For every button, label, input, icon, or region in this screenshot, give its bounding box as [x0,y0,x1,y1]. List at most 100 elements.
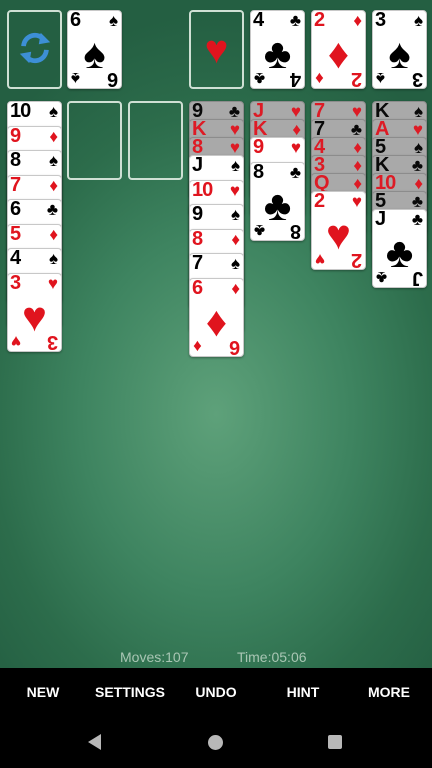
card-rank: 7 [314,101,325,122]
card-suit-icon: ♠ [413,11,423,30]
card-corner-suit-icon: ♣ [254,220,266,240]
card-corner-rank: 3 [47,330,58,352]
new-game-button[interactable]: NEW [24,684,62,702]
game-table: ♥ 6♠♠6♠4♣♣4♣2♦♦2♦3♠♠3♠10♠♠10♠9♦♦9♦8♠♠8♠7… [0,0,432,668]
card-corner-rank: 8 [290,219,301,241]
tableau-card[interactable]: J ♣ ♣ J ♣ [372,209,427,288]
card-corner-rank: 2 [351,68,362,89]
card-suit-icon: ♠ [48,151,58,170]
card-suit-icon: ♣ [46,200,58,219]
card-suit-icon: ♣ [289,162,301,182]
card-rank: 10 [10,101,31,122]
card-rank: A [375,119,389,140]
back-icon[interactable] [88,734,101,750]
card-rank: 6 [70,10,81,31]
card-corner-suit-icon: ♥ [315,250,326,269]
card-rank: 4 [314,137,325,158]
card-suit-icon: ♥ [47,273,58,293]
card-rank: 5 [375,137,386,158]
card-corner-suit-icon: ♠ [71,69,81,88]
tableau-card[interactable]: 8 ♣ ♣ 8 ♣ [250,161,305,241]
settings-button[interactable]: SETTINGS [92,684,168,702]
card-suit-icon: ♥ [351,192,362,211]
card-rank: 8 [10,150,21,171]
recent-apps-icon[interactable] [328,735,342,749]
card-corner-rank: J [412,267,423,288]
card-suit-icon: ♠ [230,156,240,175]
foundation-card-3[interactable]: 2 ♦ ♦ 2 ♦ [311,10,366,89]
foundation-card-2[interactable]: 4 ♣ ♣ 4 ♣ [250,10,305,89]
card-rank: 4 [253,10,264,31]
moves-counter: Moves:107 [120,649,189,665]
card-rank: K [375,155,389,176]
card-rank: K [192,119,206,140]
foundation-slot-1[interactable]: ♥ [189,10,244,89]
tableau-card[interactable]: 2 ♥ ♥ 2 ♥ [311,191,366,270]
waste-card[interactable]: 6 ♠ ♠ 6 ♠ [67,10,122,89]
card-rank: 7 [192,253,203,274]
undo-button[interactable]: UNDO [193,684,239,702]
card-rank: 3 [314,155,325,176]
time-counter: Time:05:06 [237,649,307,665]
card-rank: 3 [375,10,386,31]
card-suit-icon: ♦ [49,224,58,244]
card-corner-rank: 2 [351,249,362,270]
card-corner-rank: 3 [412,68,423,89]
card-suit-icon: ♦ [49,126,58,146]
tableau-card[interactable]: 6 ♦ ♦ 6 ♦ [189,277,244,357]
more-button[interactable]: MORE [366,684,412,702]
card-rank: 8 [192,228,203,250]
card-rank: 9 [192,204,203,225]
card-rank: 2 [314,191,325,212]
recycle-icon [19,32,51,64]
card-corner-suit-icon: ♣ [376,268,388,287]
card-rank: 9 [10,125,21,147]
card-corner-rank: 4 [290,68,301,89]
card-rank: 7 [314,119,325,140]
card-suit-icon: ♦ [353,11,362,30]
card-suit-icon: ♠ [48,249,58,268]
card-suit-icon: ♣ [289,11,301,30]
stock-pile[interactable] [7,10,62,89]
card-corner-rank: 6 [229,335,240,357]
card-corner-suit-icon: ♦ [315,69,324,88]
card-rank: Q [314,173,330,194]
card-suit-icon: ♦ [231,229,240,249]
card-rank: K [375,101,389,122]
card-rank: 8 [192,137,203,158]
card-rank: J [192,155,203,176]
card-suit-icon: ♦ [231,278,240,298]
card-corner-suit-icon: ♥ [11,331,22,351]
card-rank: K [253,119,267,140]
tableau-slot-3-empty[interactable] [128,101,183,180]
card-corner-suit-icon: ♦ [193,336,202,356]
card-suit-icon: ♠ [48,102,58,121]
card-rank: 5 [10,223,21,245]
card-suit-icon: ♥ [290,138,301,157]
foundation-card-4[interactable]: 3 ♠ ♠ 3 ♠ [372,10,427,89]
card-rank: 10 [375,173,396,194]
card-corner-suit-icon: ♣ [254,69,266,88]
card-rank: 5 [375,191,386,212]
hint-button[interactable]: HINT [283,684,323,702]
card-rank: 6 [10,199,21,220]
card-rank: 6 [192,277,203,299]
card-suit-icon: ♣ [411,210,423,229]
card-rank: J [253,101,264,122]
card-suit-icon: ♠ [108,11,118,30]
card-suit-icon: ♥ [229,180,240,200]
card-corner-rank: 6 [107,68,118,89]
card-suit-icon: ♦ [49,175,58,195]
tableau-slot-2-empty[interactable] [67,101,122,180]
tableau-card[interactable]: 3 ♥ ♥ 3 ♥ [7,272,62,352]
card-rank: 9 [192,101,203,122]
heart-suit-icon: ♥ [204,28,229,72]
home-icon[interactable] [208,735,223,750]
card-rank: 3 [10,272,21,294]
card-rank: 2 [314,10,325,31]
card-rank: 8 [253,161,264,183]
card-suit-icon: ♠ [230,205,240,224]
card-rank: J [375,209,386,230]
card-suit-icon: ♠ [230,254,240,273]
card-corner-suit-icon: ♠ [376,69,386,88]
